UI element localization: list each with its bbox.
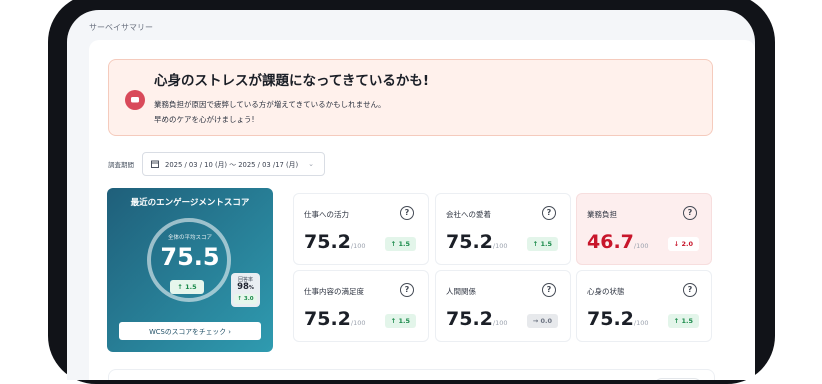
metric-delta: ↑ 1.5 [384, 237, 416, 251]
response-rate-delta: ↑ 3.0 [234, 294, 257, 304]
main-panel: 心身のストレスが課題になってきているかも! 業務負担が原因で疲弊している方が増え… [89, 40, 755, 380]
avg-score-value: 75.5 [160, 243, 220, 271]
help-icon[interactable]: ? [683, 206, 697, 220]
metric-label: 業務負担 [587, 210, 617, 219]
metric-label: 仕事内容の満足度 [304, 287, 364, 296]
stress-alert: 心身のストレスが課題になってきているかも! 業務負担が原因で疲弊している方が増え… [108, 59, 713, 136]
metric-value: 75.2/100 [304, 231, 366, 253]
metric-value: 75.2/100 [446, 231, 508, 253]
alert-line-1: 業務負担が原因で疲弊している方が増えてきているかもしれません。 [154, 100, 386, 109]
app-screen: サーベイサマリー 心身のストレスが課題になってきているかも! 業務負担が原因で疲… [67, 10, 755, 380]
check-wcs-score-button[interactable]: WCSのスコアをチェック › [119, 322, 261, 340]
help-icon[interactable]: ? [400, 206, 414, 220]
metric-card-attachment[interactable]: 会社への愛着 ? 75.2/100 ↑ 1.5 [435, 193, 571, 265]
metric-card-relationships[interactable]: 人間関係 ? 75.2/100 → 0.0 [435, 270, 571, 342]
metric-label: 人間関係 [446, 287, 476, 296]
metric-delta: ↑ 1.5 [667, 314, 699, 328]
metric-label: 会社への愛着 [446, 210, 491, 219]
breadcrumb: サーベイサマリー [89, 23, 153, 32]
survey-period: 調査期間 2025 / 03 / 10 (月) 〜 2025 / 03 /17 … [108, 152, 325, 176]
alert-body: 業務負担が原因で疲弊している方が増えてきているかもしれません。 早めのケアを心が… [154, 97, 385, 127]
engagement-score-card: 最近のエンゲージメントスコア 全体の平均スコア 75.5 ↑ 1.5 回答率 9… [107, 188, 273, 352]
metric-card-job-satisfaction[interactable]: 仕事内容の満足度 ? 75.2/100 ↑ 1.5 [293, 270, 429, 342]
avg-score-delta: ↑ 1.5 [170, 280, 204, 294]
metric-value: 75.2/100 [446, 308, 508, 330]
section-chip[interactable] [654, 378, 702, 380]
avg-score-label: 全体の平均スコア [167, 235, 212, 241]
metric-value: 46.7/100 [587, 231, 649, 253]
metric-delta: ↑ 1.5 [384, 314, 416, 328]
metric-card-workload[interactable]: 業務負担 ? 46.7/100 ↓ 2.0 [576, 193, 712, 265]
chevron-down-icon: ⌄ [308, 160, 314, 168]
help-icon[interactable]: ? [542, 206, 556, 220]
metric-label: 仕事への活力 [304, 210, 349, 219]
help-icon[interactable]: ? [683, 283, 697, 297]
date-range-picker[interactable]: 2025 / 03 / 10 (月) 〜 2025 / 03 /17 (月) ⌄ [142, 152, 325, 176]
help-icon[interactable]: ? [400, 283, 414, 297]
metric-delta: → 0.0 [526, 314, 558, 328]
response-rate-badge: 回答率 98% ↑ 3.0 [231, 273, 260, 307]
period-label: 調査期間 [108, 161, 134, 169]
metric-card-vitality[interactable]: 仕事への活力 ? 75.2/100 ↑ 1.5 [293, 193, 429, 265]
metric-label: 心身の状態 [587, 287, 625, 296]
chat-bubble-icon [125, 90, 145, 110]
top-bar: サーベイサマリー [67, 10, 755, 38]
alert-line-2: 早めのケアを心がけましょう! [154, 115, 255, 124]
metric-value: 75.2/100 [587, 308, 649, 330]
help-icon[interactable]: ? [542, 283, 556, 297]
metric-card-mental-physical[interactable]: 心身の状態 ? 75.2/100 ↑ 1.5 [576, 270, 712, 342]
date-range-value: 2025 / 03 / 10 (月) 〜 2025 / 03 /17 (月) [165, 161, 299, 169]
metric-value: 75.2/100 [304, 308, 366, 330]
alert-title: 心身のストレスが課題になってきているかも! [154, 73, 430, 89]
metric-delta: ↓ 2.0 [667, 237, 699, 251]
response-rate-value: 98% [237, 282, 254, 292]
engagement-title: 最近のエンゲージメントスコア [130, 198, 250, 208]
metric-delta: ↑ 1.5 [526, 237, 558, 251]
calendar-icon [151, 160, 159, 168]
